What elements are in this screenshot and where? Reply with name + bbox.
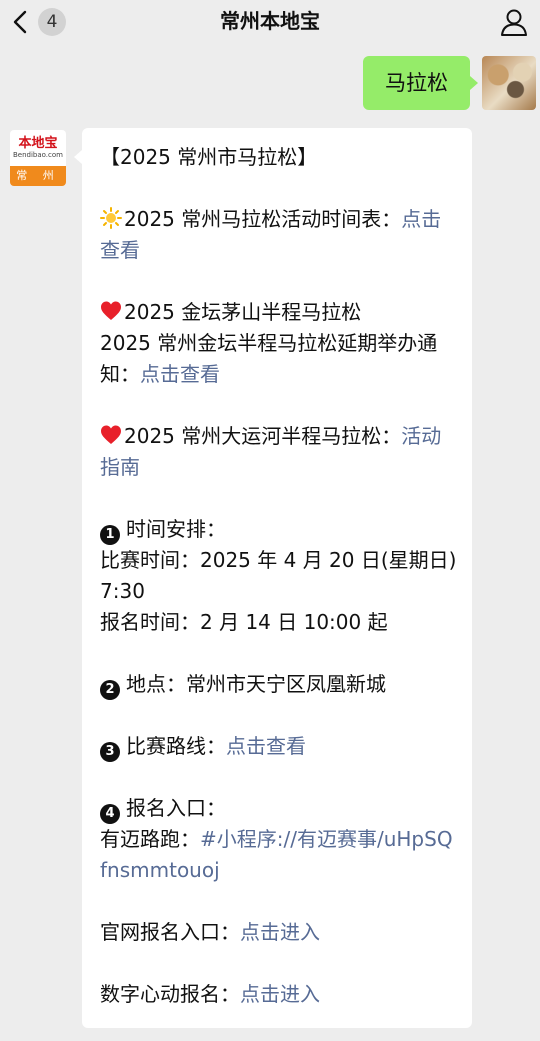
schedule-text: 2025 常州马拉松活动时间表： (124, 207, 402, 231)
jintan-title: 2025 金坛茅山半程马拉松 (124, 300, 362, 324)
number-3-icon: 3 (100, 741, 120, 762)
route-label: 比赛路线： (126, 734, 226, 758)
chat-title: 常州本地宝 (220, 9, 320, 33)
canal-text: 2025 常州大运河半程马拉松： (124, 424, 402, 448)
bendibao-logo: 本地宝 Bendibao.com (10, 130, 66, 166)
heart-icon (101, 301, 121, 320)
my-avatar[interactable] (482, 56, 536, 110)
schedule-paragraph: 2025 常州马拉松活动时间表：点击查看 (100, 204, 458, 266)
route-paragraph: 3 比赛路线：点击查看 (100, 731, 458, 762)
bendibao-avatar[interactable]: 本地宝 Bendibao.com 常 州 (10, 130, 66, 186)
place-paragraph: 2 地点：常州市天宁区凤凰新城 (100, 669, 458, 700)
logo-name: 本地宝 (18, 135, 58, 151)
official-label: 官网报名入口： (100, 920, 240, 944)
canal-paragraph: 2025 常州大运河半程马拉松：活动指南 (100, 421, 458, 483)
official-paragraph: 官网报名入口：点击进入 (100, 917, 458, 948)
route-link[interactable]: 点击查看 (226, 734, 306, 758)
number-2-icon: 2 (100, 679, 120, 700)
user-icon[interactable] (498, 6, 530, 38)
number-4-icon: 4 (100, 803, 120, 824)
race-time: 比赛时间：2025 年 4 月 20 日(星期日)7:30 (100, 548, 457, 603)
digital-link[interactable]: 点击进入 (240, 982, 320, 1006)
digital-paragraph: 数字心动报名：点击进入 (100, 979, 458, 1010)
heart-icon (101, 425, 121, 444)
number-1-icon: 1 (100, 524, 120, 545)
youmai-label: 有迈路跑： (100, 827, 200, 851)
time-title: 时间安排： (126, 517, 226, 541)
digital-label: 数字心动报名： (100, 982, 240, 1006)
reply-message-bubble: 【2025 常州市马拉松】 2025 常州马拉松活动时间表：点击查看 2025 … (74, 128, 472, 1028)
logo-domain: Bendibao.com (12, 150, 63, 159)
signup-paragraph: 4 报名入口： 有迈路跑：#小程序://有迈赛事/uHpSQfnsmmtouoj (100, 793, 458, 886)
signup-title: 报名入口： (126, 796, 226, 820)
time-paragraph: 1 时间安排： 比赛时间：2025 年 4 月 20 日(星期日)7:30 报名时… (100, 514, 458, 638)
chat-header: 4 常州本地宝 (0, 0, 540, 44)
official-link[interactable]: 点击进入 (240, 920, 320, 944)
jintan-link[interactable]: 点击查看 (140, 362, 220, 386)
sent-message-bubble[interactable]: 马拉松 (363, 56, 478, 110)
sun-icon (100, 207, 122, 229)
place-text: 地点：常州市天宁区凤凰新城 (126, 672, 386, 696)
logo-city: 常 州 (10, 166, 66, 186)
reply-message-text: 【2025 常州市马拉松】 2025 常州马拉松活动时间表：点击查看 2025 … (100, 142, 458, 1041)
signup-time: 报名时间：2 月 14 日 10:00 起 (100, 610, 388, 634)
jintan-paragraph: 2025 金坛茅山半程马拉松 2025 常州金坛半程马拉松延期举办通知：点击查看 (100, 297, 458, 390)
sent-message-row: 马拉松 (0, 56, 540, 112)
reply-heading: 【2025 常州市马拉松】 (100, 145, 318, 169)
